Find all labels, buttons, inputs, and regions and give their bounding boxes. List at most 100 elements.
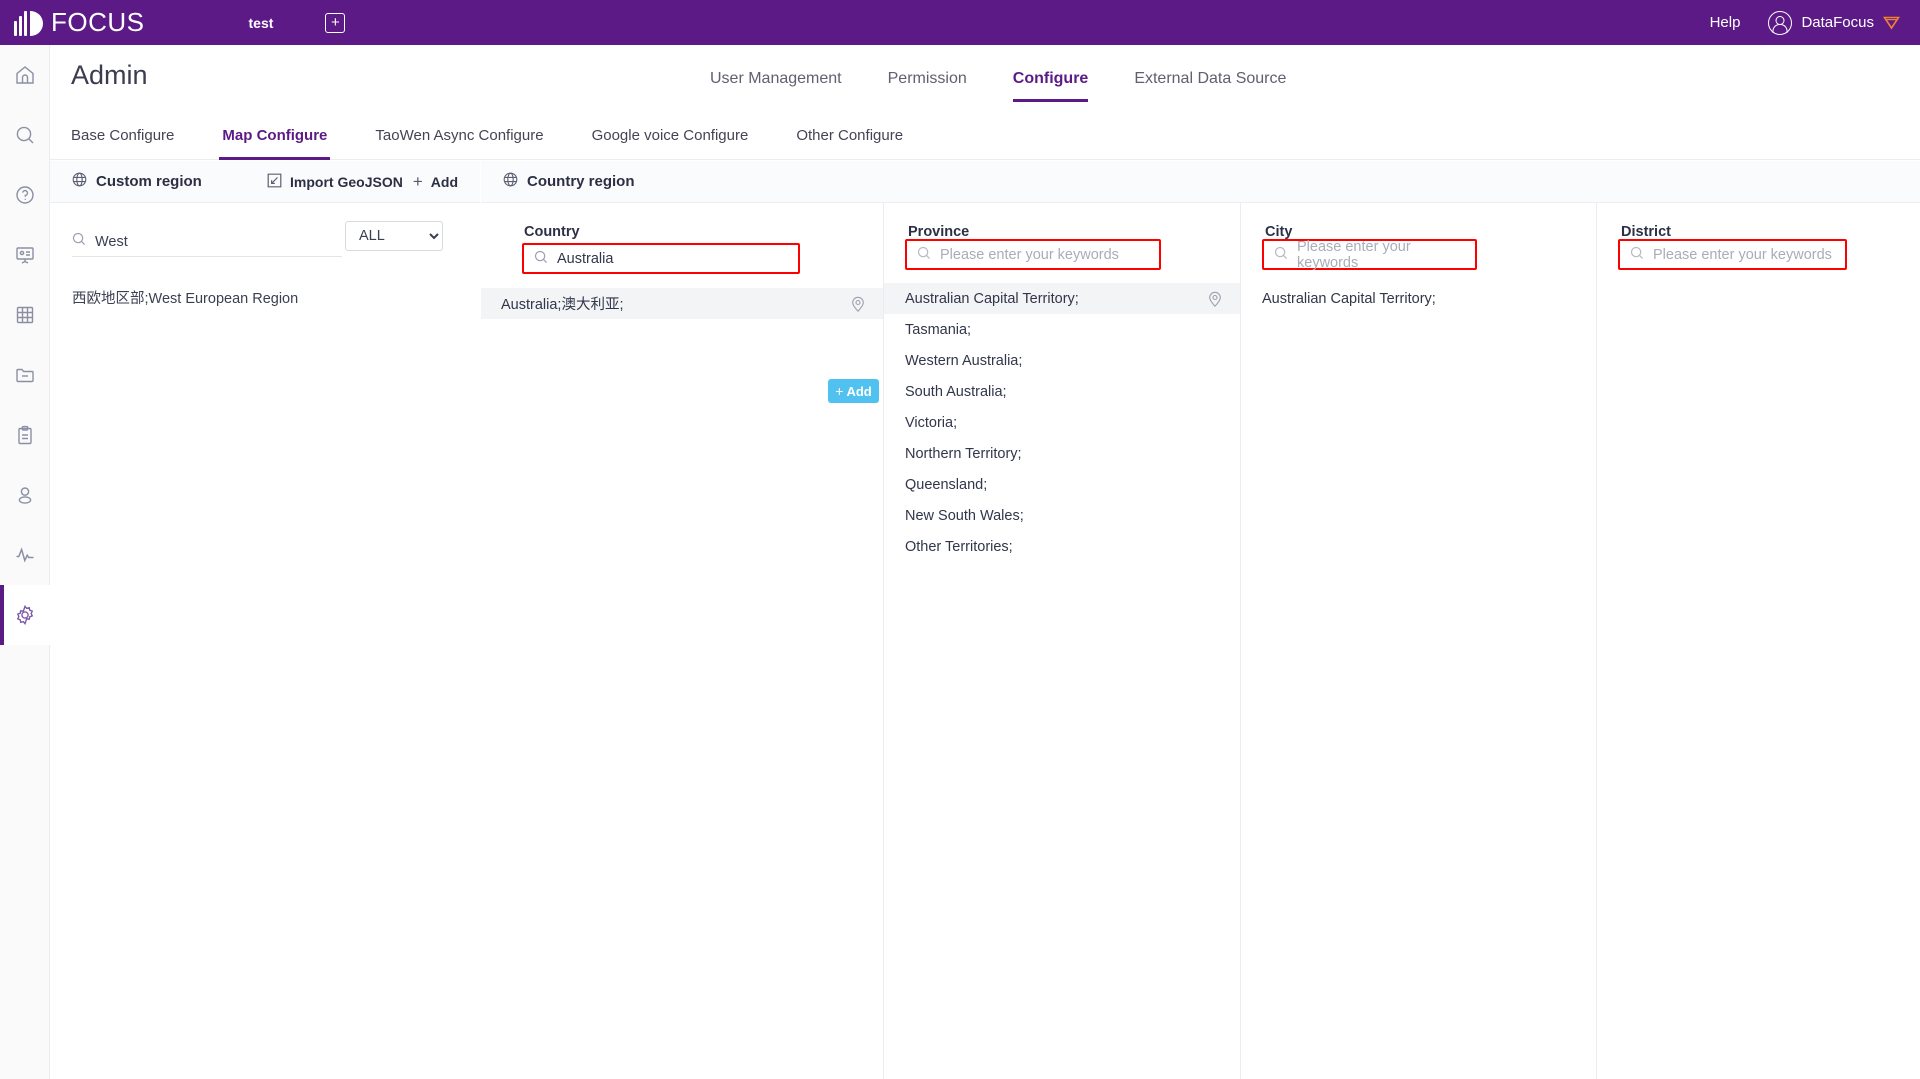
tab-base-configure[interactable]: Base Configure: [71, 112, 174, 160]
import-geojson-label: Import GeoJSON: [290, 173, 403, 190]
search-icon: [72, 232, 86, 251]
map-configure-panels: Custom region Import GeoJSON + Add Count…: [50, 161, 1920, 1079]
plus-square-icon[interactable]: +: [325, 12, 346, 33]
user-icon[interactable]: [0, 465, 50, 525]
country-region-header: Country region: [481, 161, 1920, 203]
province-option-label: Victoria;: [905, 414, 958, 431]
column-province-label: Province: [908, 224, 970, 240]
clipboard-icon[interactable]: [0, 405, 50, 465]
help-link[interactable]: Help: [1710, 14, 1741, 31]
list-item[interactable]: South Australia;: [884, 376, 1240, 407]
list-item[interactable]: 西欧地区部;West European Region: [72, 281, 470, 314]
custom-region-filter-select[interactable]: ALL: [345, 221, 443, 251]
search-icon: [917, 246, 931, 264]
province-option-label: Queensland;: [905, 476, 988, 493]
column-country: Country Australia Australia;澳大利亚;: [481, 203, 883, 1079]
avatar: [1768, 10, 1793, 35]
list-item[interactable]: New South Wales;: [884, 500, 1240, 531]
country-search-input[interactable]: Australia: [522, 243, 800, 274]
main-nav: User Management Permission Configure Ext…: [710, 45, 1286, 112]
pulse-icon[interactable]: [0, 525, 50, 585]
sub-tab-bar: Base Configure Map Configure TaoWen Asyn…: [50, 112, 1920, 160]
province-option-label: Australian Capital Territory;: [905, 290, 1079, 307]
city-option-list: Australian Capital Territory;: [1241, 283, 1596, 314]
vip-shield-icon: [1883, 15, 1900, 30]
province-option-list: Australian Capital Territory; Tasmania; …: [884, 283, 1240, 562]
list-item[interactable]: Victoria;: [884, 407, 1240, 438]
top-bar: FOCUS test + Help DataFocus: [0, 0, 1920, 45]
list-item[interactable]: Australian Capital Territory;: [884, 283, 1240, 314]
tab-google-voice-configure[interactable]: Google voice Configure: [592, 112, 749, 160]
add-region-button[interactable]: + Add: [413, 172, 458, 192]
custom-region-actions: Import GeoJSON + Add: [267, 172, 458, 192]
custom-region-search-value: West: [95, 233, 128, 250]
city-search-input[interactable]: Please enter your keywords: [1262, 238, 1477, 271]
page-title: Admin: [71, 60, 148, 90]
nav-permission[interactable]: Permission: [888, 45, 967, 112]
province-option-label: Western Australia;: [905, 352, 1023, 369]
list-item[interactable]: Australian Capital Territory;: [1241, 283, 1596, 314]
search-icon: [1274, 246, 1288, 264]
import-geojson-icon: [267, 173, 282, 191]
district-search-placeholder: Please enter your keywords: [1653, 246, 1832, 263]
column-city: City Please enter your keywords Australi…: [1240, 203, 1596, 1079]
presentation-icon[interactable]: [0, 225, 50, 285]
page-header: Admin User Management Permission Configu…: [50, 45, 1920, 112]
location-pin-icon[interactable]: [851, 296, 865, 312]
gear-icon[interactable]: [0, 585, 50, 645]
table-grid-icon[interactable]: [0, 285, 50, 345]
user-menu[interactable]: DataFocus: [1768, 10, 1900, 35]
province-option-label: New South Wales;: [905, 507, 1024, 524]
custom-region-header: Custom region Import GeoJSON + Add: [50, 161, 480, 203]
custom-region-search-input[interactable]: West: [72, 227, 342, 257]
nav-external-data-source[interactable]: External Data Source: [1134, 45, 1286, 112]
add-region-label: Add: [430, 173, 458, 190]
column-country-label: Country: [524, 224, 580, 240]
list-item[interactable]: Western Australia;: [884, 345, 1240, 376]
custom-region-body: West ALL 西欧地区部;West European Region: [50, 203, 480, 1079]
country-search-value: Australia: [557, 250, 614, 267]
nav-user-management[interactable]: User Management: [710, 45, 842, 112]
home-icon[interactable]: [0, 45, 50, 105]
province-option-label: Tasmania;: [905, 321, 972, 338]
plus-icon: +: [412, 171, 423, 191]
brand-logo[interactable]: FOCUS: [14, 7, 145, 38]
province-search-placeholder: Please enter your keywords: [940, 246, 1119, 263]
province-search-input[interactable]: Please enter your keywords: [905, 239, 1161, 270]
list-item[interactable]: Australia;澳大利亚;: [481, 288, 883, 319]
folder-minus-icon[interactable]: [0, 345, 50, 405]
brand-text: FOCUS: [51, 7, 145, 37]
country-option-label: Australia;澳大利亚;: [501, 297, 624, 313]
globe-icon: [72, 172, 87, 192]
list-item[interactable]: Queensland;: [884, 469, 1240, 500]
district-search-input[interactable]: Please enter your keywords: [1618, 239, 1847, 270]
search-icon[interactable]: [0, 105, 50, 165]
import-geojson-button[interactable]: Import GeoJSON: [267, 173, 403, 191]
search-icon: [534, 250, 548, 268]
province-option-label: Other Territories;: [905, 538, 1013, 555]
tab-other-configure[interactable]: Other Configure: [796, 112, 903, 160]
location-pin-icon[interactable]: [1208, 291, 1222, 307]
workspace-tab-test[interactable]: test: [249, 15, 274, 31]
question-circle-icon[interactable]: [0, 165, 50, 225]
list-item[interactable]: Other Territories;: [884, 531, 1240, 562]
column-district-label: District: [1621, 224, 1671, 240]
province-option-label: South Australia;: [905, 383, 1007, 400]
nav-configure[interactable]: Configure: [1012, 45, 1088, 112]
column-city-label: City: [1265, 224, 1293, 240]
custom-region-list: 西欧地区部;West European Region: [72, 281, 470, 314]
custom-region-title: Custom region: [96, 173, 202, 190]
country-region-title: Country region: [527, 173, 635, 190]
column-district: District Please enter your keywords: [1596, 203, 1920, 1079]
search-icon: [1630, 246, 1644, 264]
tab-map-configure[interactable]: Map Configure: [219, 112, 331, 160]
tab-taowen-async-configure[interactable]: TaoWen Async Configure: [375, 112, 543, 160]
city-search-placeholder: Please enter your keywords: [1297, 238, 1411, 271]
globe-icon: [503, 172, 518, 192]
list-item[interactable]: Tasmania;: [884, 314, 1240, 345]
city-option-label: Australian Capital Territory;: [1262, 290, 1436, 307]
list-item[interactable]: Northern Territory;: [884, 438, 1240, 469]
left-icon-rail: [0, 45, 50, 1079]
topbar-right-group: Help DataFocus: [1710, 10, 1900, 35]
focus-logo-icon: [14, 10, 43, 36]
